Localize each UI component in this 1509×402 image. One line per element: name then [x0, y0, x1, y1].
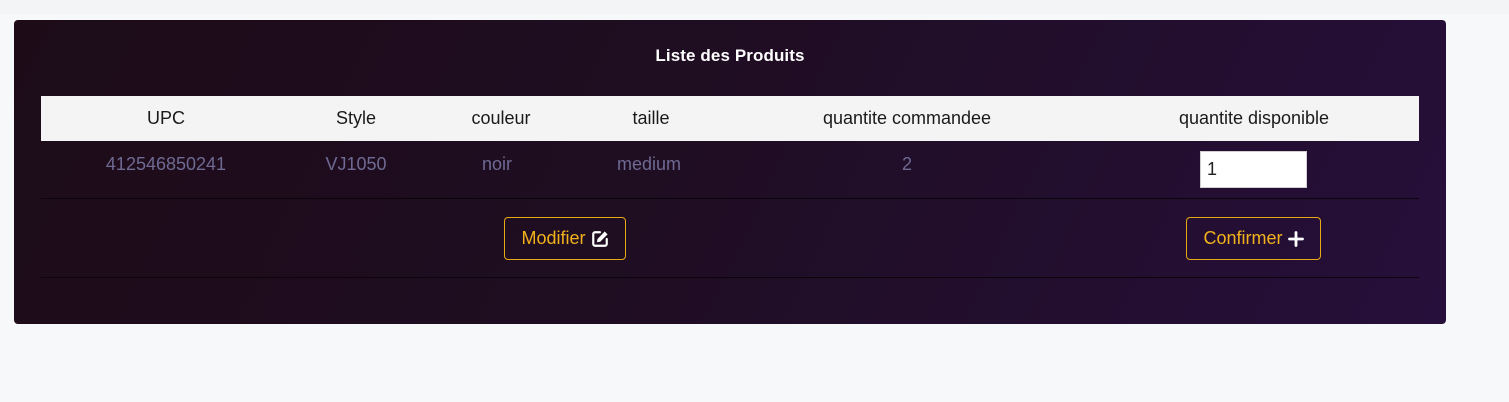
cell-style: VJ1050 — [325, 154, 387, 174]
confirmer-button-label: Confirmer — [1203, 228, 1283, 248]
column-header-taille: taille — [632, 108, 670, 128]
table-header: UPC Style couleur taille quantite comman… — [41, 96, 1419, 141]
modifier-button[interactable]: Modifier — [504, 217, 626, 260]
column-header-couleur: couleur — [471, 108, 531, 128]
column-header-quantite-disponible: quantite disponible — [1178, 108, 1330, 128]
column-header-upc: UPC — [146, 108, 185, 128]
plus-icon — [1287, 230, 1304, 247]
modifier-button-label: Modifier — [521, 228, 586, 248]
column-header-style: Style — [335, 108, 377, 128]
quantite-disponible-input[interactable] — [1200, 151, 1307, 188]
top-bar — [0, 0, 1509, 14]
confirmer-button[interactable]: Confirmer — [1186, 217, 1321, 260]
cell-couleur: noir — [481, 154, 512, 174]
edit-icon — [591, 230, 608, 247]
products-panel: Liste des Produits UPC Style couleur tai… — [14, 20, 1446, 324]
cell-quantite-commandee: 2 — [901, 154, 912, 174]
panel-title: Liste des Produits — [655, 46, 805, 65]
row-divider — [41, 277, 1419, 278]
cell-taille: medium — [616, 154, 682, 174]
cell-upc: 412546850241 — [105, 154, 227, 174]
row-divider — [41, 198, 1419, 199]
column-header-quantite-commandee: quantite commandee — [822, 108, 992, 128]
